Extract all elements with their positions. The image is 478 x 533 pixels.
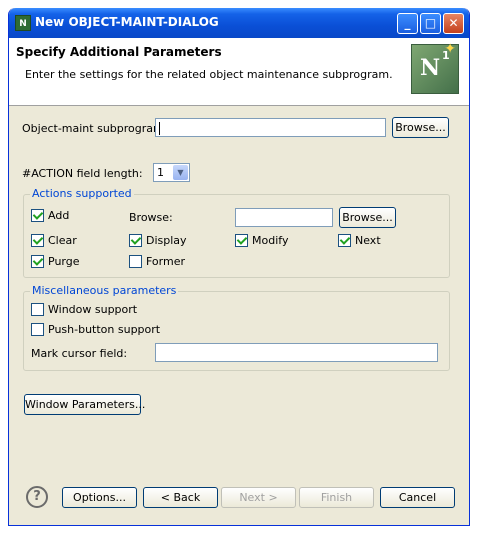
checkbox-next[interactable]: Next (338, 234, 381, 247)
subprogram-label: Object-maint subprogram: (22, 122, 168, 135)
finish-button[interactable]: Finish (299, 487, 374, 508)
title-bar[interactable]: N New OBJECT-MAINT-DIALOG _ □ ✕ (9, 8, 469, 38)
star-icon: ✦ (444, 41, 456, 57)
text-caret (159, 121, 160, 135)
logo-letter: N (420, 55, 441, 81)
actions-group-title: Actions supported (30, 187, 134, 200)
natural-logo-icon: N 1 ✦ (411, 41, 459, 94)
help-icon[interactable]: ? (26, 486, 48, 508)
checkbox-add-box[interactable] (31, 209, 44, 222)
page-title: Specify Additional Parameters (16, 45, 222, 59)
checkbox-display[interactable]: Display (129, 234, 187, 247)
checkbox-display-label: Display (146, 234, 187, 247)
window-title: New OBJECT-MAINT-DIALOG (35, 15, 219, 29)
action-length-select[interactable]: 1 ▼ (153, 163, 190, 182)
checkbox-window-support-label: Window support (48, 303, 138, 316)
checkbox-window-support-box[interactable] (31, 303, 44, 316)
checkbox-display-box[interactable] (129, 234, 142, 247)
maximize-button[interactable]: □ (420, 13, 441, 34)
actions-browse-input[interactable] (235, 208, 333, 227)
checkbox-window-support[interactable]: Window support (31, 303, 137, 316)
checkbox-add-label: Add (48, 209, 70, 222)
window-parameters-button[interactable]: Window Parameters... (24, 394, 145, 415)
mark-cursor-label: Mark cursor field: (31, 347, 128, 360)
checkbox-former[interactable]: Former (129, 255, 185, 268)
wizard-header: Specify Additional Parameters Enter the … (9, 38, 469, 106)
page-description: Enter the settings for the related objec… (25, 68, 393, 81)
checkbox-purge-box[interactable] (31, 255, 44, 268)
checkbox-next-box[interactable] (338, 234, 351, 247)
checkbox-next-label: Next (355, 234, 381, 247)
checkbox-push-button-support-box[interactable] (31, 323, 44, 336)
checkbox-push-button-support[interactable]: Push-button support (31, 323, 160, 336)
options-button[interactable]: Options... (62, 487, 137, 508)
checkbox-modify-label: Modify (252, 234, 289, 247)
action-length-label: #ACTION field length: (22, 167, 143, 180)
checkbox-modify[interactable]: Modify (235, 234, 288, 247)
checkbox-add[interactable]: Add (31, 209, 69, 222)
dialog-window: N New OBJECT-MAINT-DIALOG _ □ ✕ Specify … (8, 8, 470, 526)
subprogram-input[interactable] (155, 118, 386, 137)
checkbox-modify-box[interactable] (235, 234, 248, 247)
mark-cursor-input[interactable] (155, 343, 438, 362)
checkbox-purge-label: Purge (48, 255, 80, 268)
checkbox-push-button-support-label: Push-button support (48, 323, 161, 336)
checkbox-clear-box[interactable] (31, 234, 44, 247)
next-button[interactable]: Next > (221, 487, 296, 508)
app-icon: N (15, 15, 31, 31)
misc-group-title: Miscellaneous parameters (30, 284, 179, 297)
checkbox-purge[interactable]: Purge (31, 255, 80, 268)
checkbox-clear[interactable]: Clear (31, 234, 77, 247)
checkbox-former-label: Former (146, 255, 185, 268)
action-length-value: 1 (157, 166, 164, 179)
actions-browse-label: Browse: (129, 211, 173, 224)
browse-subprogram-button[interactable]: Browse... (392, 117, 449, 138)
checkbox-former-box[interactable] (129, 255, 142, 268)
back-button[interactable]: < Back (143, 487, 218, 508)
close-button[interactable]: ✕ (443, 13, 464, 34)
chevron-down-icon[interactable]: ▼ (173, 165, 188, 180)
checkbox-clear-label: Clear (48, 234, 77, 247)
cancel-button[interactable]: Cancel (380, 487, 455, 508)
actions-browse-button[interactable]: Browse... (339, 207, 396, 228)
minimize-button[interactable]: _ (397, 13, 418, 34)
